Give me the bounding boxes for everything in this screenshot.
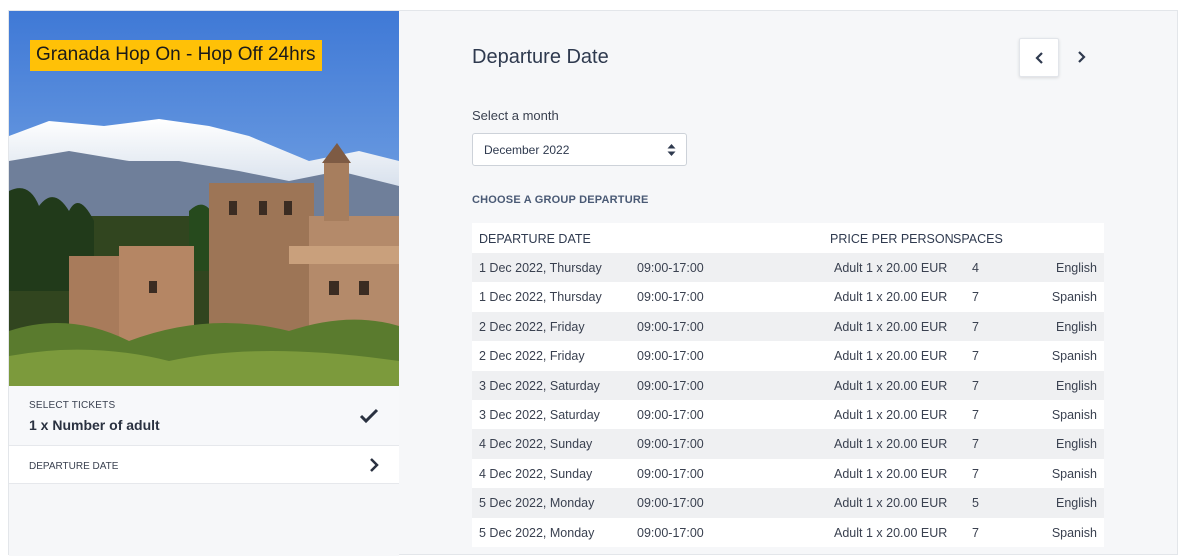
table-row[interactable]: 1 Dec 2022, Thursday 09:00-17:00 Adult 1 x… [472, 253, 1104, 283]
month-select-value: December 2022 [484, 143, 570, 157]
departure-date: 3 Dec 2022, Saturday [479, 407, 600, 422]
departure-time: 09:00-17:00 [637, 407, 704, 422]
spaces-available: 7 [972, 407, 979, 422]
table-row[interactable]: 2 Dec 2022, Friday 09:00-17:00 Adult 1 x 2… [472, 311, 1104, 342]
departure-date: 1 Dec 2022, Thursday [479, 261, 602, 275]
price-per-person: Adult 1 x 20.00 EUR [834, 261, 948, 275]
page-title: Departure Date [472, 46, 609, 68]
spaces-available: 7 [972, 466, 979, 481]
departure-time: 09:00-17:00 [637, 496, 704, 511]
price-per-person: Adult 1 x 20.00 EUR [834, 466, 948, 481]
table-row[interactable]: 3 Dec 2022, Saturday 09:00-17:00 Adult 1 x… [472, 399, 1104, 430]
departure-date: 5 Dec 2022, Monday [479, 496, 595, 511]
spaces-available: 7 [972, 378, 979, 393]
check-icon [359, 408, 379, 424]
tour-language: Spanish [1051, 466, 1097, 481]
select-tickets-step[interactable]: SELECT TICKETS 1 x Number of adult [9, 386, 399, 446]
ticket-quantity: 1 x Number of adult [29, 417, 160, 433]
spaces-available: 4 [972, 261, 979, 275]
tour-language: English [1056, 496, 1097, 511]
price-per-person: Adult 1 x 20.00 EUR [834, 290, 948, 305]
table-header: DEPARTURE DATE PRICE PER PERSON SPACES [472, 223, 1104, 253]
departure-date: 2 Dec 2022, Friday [479, 319, 585, 334]
table-row[interactable]: 4 Dec 2022, Sunday 09:00-17:00 Adult 1 x 2… [472, 458, 1104, 489]
departure-date-caption: DEPARTURE DATE [29, 461, 119, 472]
departure-selection: Departure Date Select a month December 2… [399, 11, 1179, 556]
table-row[interactable]: 2 Dec 2022, Friday 09:00-17:00 Adult 1 x 2… [472, 341, 1104, 371]
tour-language: English [1056, 319, 1097, 334]
table-row[interactable]: 5 Dec 2022, Monday 09:00-17:00 Adult 1 x 2… [472, 488, 1104, 518]
price-per-person: Adult 1 x 20.00 EUR [834, 496, 948, 511]
departure-date: 5 Dec 2022, Monday [479, 525, 595, 540]
tour-language: Spanish [1051, 290, 1097, 305]
previous-button[interactable] [1019, 38, 1059, 77]
departure-date: 2 Dec 2022, Friday [479, 349, 585, 364]
tour-language: Spanish [1051, 349, 1097, 364]
tour-language: Spanish [1051, 407, 1097, 422]
departure-time: 09:00-17:00 [637, 378, 704, 393]
table-row[interactable]: 3 Dec 2022, Saturday 09:00-17:00 Adult 1 x… [472, 370, 1104, 400]
next-button[interactable] [1061, 38, 1101, 77]
spaces-available: 7 [972, 525, 979, 540]
group-departure-heading: CHOOSE A GROUP DEPARTURE [472, 194, 649, 206]
table-row[interactable]: 4 Dec 2022, Sunday 09:00-17:00 Adult 1 x 2… [472, 429, 1104, 459]
tour-photo: Granada Hop On - Hop Off 24hrs [9, 11, 399, 386]
price-per-person: Adult 1 x 20.00 EUR [834, 407, 948, 422]
chevron-right-icon [1078, 51, 1086, 63]
departure-date: 1 Dec 2022, Thursday [479, 290, 602, 305]
sort-arrows-icon [667, 144, 676, 156]
booking-widget: Granada Hop On - Hop Off 24hrs SELECT TI… [8, 10, 1179, 556]
price-per-person: Adult 1 x 20.00 EUR [834, 437, 948, 452]
month-select-label: Select a month [472, 108, 559, 123]
select-tickets-caption: SELECT TICKETS [29, 400, 116, 411]
departure-date: 4 Dec 2022, Sunday [479, 437, 593, 452]
spaces-available: 7 [972, 290, 979, 305]
departure-time: 09:00-17:00 [637, 290, 704, 305]
tour-language: English [1056, 261, 1097, 275]
departure-time: 09:00-17:00 [637, 349, 704, 364]
table-row[interactable]: 5 Dec 2022, Monday 09:00-17:00 Adult 1 x 2… [472, 517, 1104, 547]
spaces-available: 7 [972, 437, 979, 452]
chevron-left-icon [1035, 52, 1043, 64]
departure-time: 09:00-17:00 [637, 525, 704, 540]
tour-title-badge: Granada Hop On - Hop Off 24hrs [30, 40, 322, 71]
departure-time: 09:00-17:00 [637, 437, 704, 452]
departure-time: 09:00-17:00 [637, 319, 704, 334]
departure-date-step[interactable]: DEPARTURE DATE [9, 446, 399, 484]
spaces-available: 7 [972, 319, 979, 334]
spaces-available: 7 [972, 349, 979, 364]
chevron-right-icon [370, 458, 379, 472]
price-per-person: Adult 1 x 20.00 EUR [834, 525, 948, 540]
tour-language: Spanish [1051, 525, 1097, 540]
month-select[interactable]: December 2022 [472, 133, 687, 166]
departure-date: 3 Dec 2022, Saturday [479, 378, 600, 393]
departures-table: DEPARTURE DATE PRICE PER PERSON SPACES 1… [472, 223, 1104, 547]
table-row[interactable]: 1 Dec 2022, Thursday 09:00-17:00 Adult 1 x… [472, 282, 1104, 312]
price-per-person: Adult 1 x 20.00 EUR [834, 349, 948, 364]
tour-language: English [1056, 437, 1097, 452]
header-price: PRICE PER PERSON [830, 232, 954, 246]
price-per-person: Adult 1 x 20.00 EUR [834, 378, 948, 393]
departure-time: 09:00-17:00 [637, 466, 704, 481]
header-departure-date: DEPARTURE DATE [479, 232, 591, 246]
departure-date: 4 Dec 2022, Sunday [479, 466, 593, 481]
departure-time: 09:00-17:00 [637, 261, 704, 275]
spaces-available: 5 [972, 496, 979, 511]
price-per-person: Adult 1 x 20.00 EUR [834, 319, 948, 334]
header-spaces: SPACES [953, 232, 1003, 246]
tour-language: English [1056, 378, 1097, 393]
tour-summary-panel: Granada Hop On - Hop Off 24hrs SELECT TI… [9, 11, 399, 556]
